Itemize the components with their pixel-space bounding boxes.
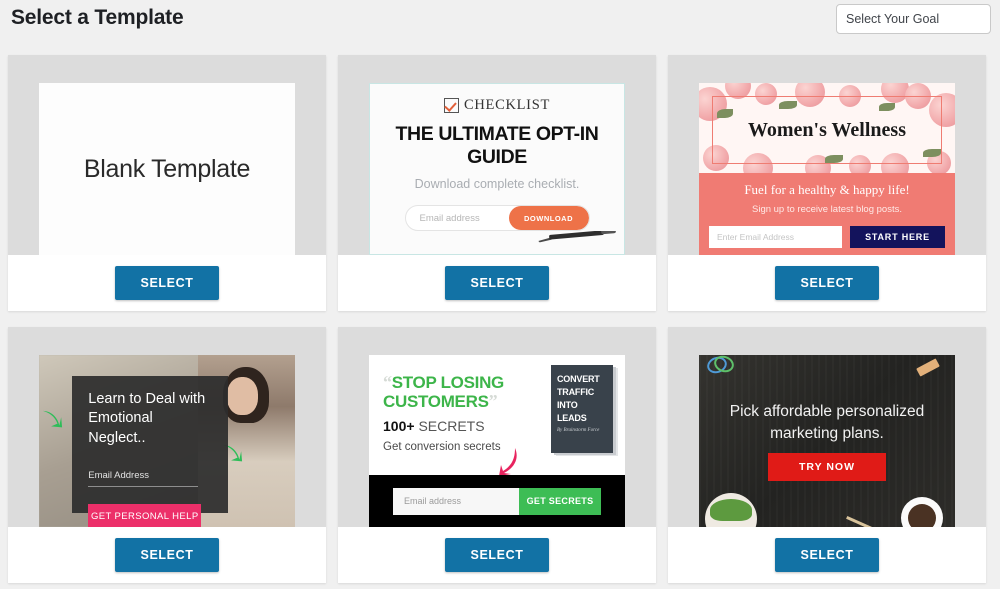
secrets-signup-bar: Email address GET SECRETS <box>369 475 625 527</box>
secrets-email-input[interactable]: Email address <box>393 487 519 515</box>
template-card-footer: SELECT <box>8 527 326 583</box>
template-preview-womens-wellness: Women's Wellness Fuel for a healthy & ha… <box>699 83 955 255</box>
template-thumbnail-frame: Women's Wellness Fuel for a healthy & ha… <box>668 55 986 255</box>
select-button-marketing-plans[interactable]: SELECT <box>774 538 880 572</box>
template-preview-emotional-neglect: Learn to Deal with Emotional Neglect.. E… <box>39 355 295 527</box>
template-card-stop-losing-customers[interactable]: “STOP LOSING CUSTOMERS” 100+ SECRETS Get… <box>338 327 656 583</box>
green-arrow-icon <box>42 410 63 428</box>
checkbox-check-icon <box>443 98 459 113</box>
template-preview-stop-losing-customers: “STOP LOSING CUSTOMERS” 100+ SECRETS Get… <box>369 355 625 527</box>
wellness-floral-header: Women's Wellness <box>699 83 955 173</box>
wellness-signup-band: Fuel for a healthy & happy life! Sign up… <box>699 173 955 255</box>
template-thumbnail-frame: “STOP LOSING CUSTOMERS” 100+ SECRETS Get… <box>338 327 656 527</box>
template-card-emotional-neglect[interactable]: Learn to Deal with Emotional Neglect.. E… <box>8 327 326 583</box>
checklist-download-button[interactable]: DOWNLOAD <box>508 206 589 230</box>
quote-close-icon: ” <box>488 391 498 412</box>
template-preview-ultimate-opt-in-guide: CHECKLIST THE ULTIMATE OPT-IN GUIDE Down… <box>369 83 625 255</box>
template-card-footer: SELECT <box>338 527 656 583</box>
select-button-emotional-neglect[interactable]: SELECT <box>114 538 220 572</box>
template-card-womens-wellness[interactable]: Women's Wellness Fuel for a healthy & ha… <box>668 55 986 311</box>
checklist-badge: CHECKLIST <box>370 97 624 114</box>
template-preview-marketing-plans: Pick affordable personalized marketing p… <box>699 355 955 527</box>
template-card-ultimate-opt-in-guide[interactable]: CHECKLIST THE ULTIMATE OPT-IN GUIDE Down… <box>338 55 656 311</box>
ebook-line-1: CONVERT <box>557 374 600 384</box>
template-card-marketing-plans[interactable]: Pick affordable personalized marketing p… <box>668 327 986 583</box>
ebook-line-3: INTO <box>557 400 578 411</box>
template-card-footer: SELECT <box>668 255 986 311</box>
wellness-title-frame: Women's Wellness <box>712 96 942 164</box>
checklist-signup-form: Email address DOWNLOAD <box>404 205 590 231</box>
ebook-cover-image: CONVERT TRAFFIC INTO LEADS By Brainstorm… <box>551 365 613 453</box>
select-button-blank-template[interactable]: SELECT <box>114 266 220 300</box>
neglect-cta-button[interactable]: GET PERSONAL HELP <box>88 503 202 527</box>
template-grid: Blank Template SELECT CHECKLIST THE ULTI… <box>8 55 992 583</box>
checklist-subheading: Download complete checklist. <box>414 177 580 191</box>
wellness-signup-form: Enter Email Address START HERE <box>709 226 945 248</box>
pen-illustration <box>538 231 616 243</box>
secrets-count: 100+ <box>383 417 415 434</box>
wellness-email-input[interactable]: Enter Email Address <box>709 226 842 248</box>
template-thumbnail-frame: Learn to Deal with Emotional Neglect.. E… <box>8 327 326 527</box>
ebook-author: By Brainstorm Force <box>557 428 600 434</box>
wellness-heading: Women's Wellness <box>748 118 906 141</box>
goal-select-dropdown[interactable]: Select Your Goal <box>836 4 991 34</box>
secrets-heading-line1: STOP LOSING <box>391 373 505 392</box>
template-card-footer: SELECT <box>8 255 326 311</box>
blank-template-heading: Blank Template <box>83 154 251 183</box>
wellness-subheading: Sign up to receive latest blog posts. <box>752 204 902 215</box>
pink-arrow-icon <box>499 448 517 476</box>
secrets-word: SECRETS <box>418 417 485 434</box>
checklist-heading: THE ULTIMATE OPT-IN GUIDE <box>395 123 599 168</box>
template-preview-blank-template: Blank Template <box>39 83 295 255</box>
template-card-blank-template[interactable]: Blank Template SELECT <box>8 55 326 311</box>
select-button-womens-wellness[interactable]: SELECT <box>774 266 880 300</box>
template-card-footer: SELECT <box>668 527 986 583</box>
select-button-stop-losing-customers[interactable]: SELECT <box>444 538 550 572</box>
checklist-email-input[interactable]: Email address <box>406 213 509 224</box>
page-title: Select a Template <box>11 6 184 29</box>
template-thumbnail-frame: Blank Template <box>8 55 326 255</box>
wellness-tagline: Fuel for a healthy & happy life! <box>744 182 910 197</box>
checklist-badge-label: CHECKLIST <box>463 97 551 113</box>
neglect-heading: Learn to Deal with Emotional Neglect.. <box>88 390 206 447</box>
wellness-start-here-button[interactable]: START HERE <box>850 226 945 248</box>
secrets-heading-line2: CUSTOMERS <box>383 392 489 412</box>
select-button-ultimate-opt-in-guide[interactable]: SELECT <box>444 266 550 300</box>
template-thumbnail-frame: Pick affordable personalized marketing p… <box>668 327 986 527</box>
ebook-line-4: LEADS <box>557 413 587 424</box>
marketing-heading: Pick affordable personalized marketing p… <box>729 403 925 443</box>
secrets-cta-button[interactable]: GET SECRETS <box>519 487 601 515</box>
neglect-email-input[interactable]: Email Address <box>88 470 198 487</box>
marketing-cta-button[interactable]: TRY NOW <box>768 453 886 481</box>
template-thumbnail-frame: CHECKLIST THE ULTIMATE OPT-IN GUIDE Down… <box>338 55 656 255</box>
face-shape <box>226 377 258 416</box>
neglect-overlay-panel: Learn to Deal with Emotional Neglect.. E… <box>72 375 229 527</box>
template-card-footer: SELECT <box>338 255 656 311</box>
ebook-line-2: TRAFFIC <box>557 387 595 398</box>
quote-open-icon: “ <box>383 372 392 392</box>
page-header: Select a Template Select Your Goal <box>0 0 1000 52</box>
